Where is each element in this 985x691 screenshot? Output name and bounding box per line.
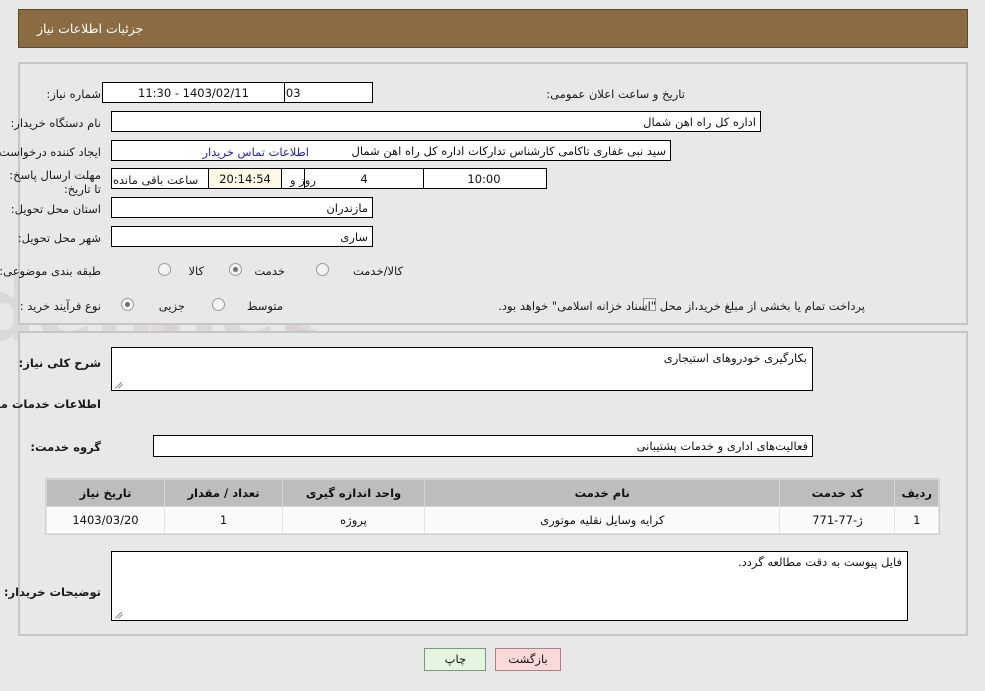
- creator-label: ایجاد کننده درخواست:: [0, 145, 101, 159]
- creator-field[interactable]: سید نبی غفاری تاکامی کارشناس تدارکات ادا…: [111, 140, 671, 161]
- announce-datetime-label: تاریخ و ساعت اعلان عمومی:: [546, 87, 685, 101]
- remaining-days-field[interactable]: 4: [304, 168, 424, 189]
- cell-row-no: 1: [894, 506, 939, 534]
- radio-category-kala-khedmat[interactable]: [316, 263, 329, 276]
- cell-need-date: 1403/03/20: [46, 506, 165, 534]
- radio-category-khedmat[interactable]: [229, 263, 242, 276]
- services-table: ردیف کد خدمت نام خدمت واحد اندازه گیری ت…: [46, 479, 939, 534]
- page-title: جزئیات اطلاعات نیاز: [37, 21, 144, 36]
- radio-process-jozi-label: جزیی: [158, 299, 185, 313]
- general-desc-label: شرح کلی نیاز:: [18, 356, 101, 370]
- table-header-row: ردیف کد خدمت نام خدمت واحد اندازه گیری ت…: [46, 479, 939, 507]
- radio-category-kala-khedmat-label: کالا/خدمت: [352, 264, 403, 278]
- col-unit: واحد اندازه گیری: [282, 479, 425, 507]
- cell-unit: پروژه: [282, 506, 425, 534]
- province-label: استان محل تحویل:: [10, 202, 101, 216]
- deadline-hour-field[interactable]: 10:00: [421, 168, 547, 189]
- footer-button-bar: بازگشت چاپ: [0, 648, 985, 671]
- process-label: نوع فرآیند خرید :: [19, 299, 101, 313]
- general-desc-textarea[interactable]: بکارگیری خودروهای استیجاری: [111, 347, 813, 391]
- buyer-contact-link[interactable]: اطلاعات تماس خریدار: [202, 145, 309, 159]
- table-row[interactable]: 1 ژ-77-771 کرایه وسایل نقلیه موتوری پروژ…: [46, 506, 939, 534]
- general-desc-value: بکارگیری خودروهای استیجاری: [663, 351, 807, 365]
- buyer-org-label: نام دستگاه خریدار:: [10, 116, 101, 130]
- remaining-days-label: روز و: [290, 173, 316, 187]
- cell-service-code: ژ-77-771: [779, 506, 896, 534]
- print-button[interactable]: چاپ: [424, 648, 487, 671]
- service-group-field[interactable]: فعالیت‌های اداری و خدمات پشتیبانی: [153, 435, 813, 457]
- col-service-code: کد خدمت: [779, 479, 896, 507]
- radio-category-khedmat-label: خدمت: [254, 264, 285, 278]
- buyer-org-field[interactable]: اداره کل راه اهن شمال: [111, 111, 761, 132]
- col-service-name: نام خدمت: [423, 479, 781, 507]
- buyer-notes-label: توضیحات خریدار:: [3, 585, 101, 599]
- cell-service-name: کرایه وسایل نقلیه موتوری: [423, 506, 781, 534]
- radio-process-motavaset[interactable]: [212, 298, 225, 311]
- radio-category-kala[interactable]: [158, 263, 171, 276]
- province-field[interactable]: مازندران: [111, 197, 373, 218]
- category-label: طبقه بندی موضوعی:: [0, 264, 101, 278]
- city-label: شهر محل تحویل:: [17, 231, 101, 245]
- treasury-docs-text: پرداخت تمام یا بخشی از مبلغ خرید،از محل …: [498, 299, 865, 313]
- radio-category-kala-label: کالا: [188, 264, 204, 278]
- city-field[interactable]: ساری: [111, 226, 373, 247]
- col-need-date: تاریخ نیاز: [46, 479, 165, 507]
- cell-quantity: 1: [164, 506, 283, 534]
- need-number-label: شماره نیاز:: [46, 87, 101, 101]
- buyer-notes-value: فایل پیوست به دقت مطالعه گردد.: [737, 555, 902, 569]
- resize-grip-icon[interactable]: [114, 609, 124, 619]
- remaining-time-label: ساعت باقی مانده: [113, 173, 199, 187]
- remaining-time-field: 20:14:54: [208, 168, 282, 189]
- window-header: جزئیات اطلاعات نیاز: [18, 9, 968, 48]
- buyer-notes-textarea[interactable]: فایل پیوست به دقت مطالعه گردد.: [111, 551, 908, 621]
- services-section-title: اطلاعات خدمات مورد نیاز: [0, 397, 101, 411]
- service-group-label: گروه خدمت:: [30, 440, 101, 454]
- col-row-no: ردیف: [894, 479, 939, 507]
- radio-process-jozi[interactable]: [121, 298, 134, 311]
- services-table-wrapper: ردیف کد خدمت نام خدمت واحد اندازه گیری ت…: [45, 478, 940, 535]
- col-quantity: تعداد / مقدار: [164, 479, 283, 507]
- resize-grip-icon[interactable]: [114, 379, 124, 389]
- page-root: AriaTender.net جزئیات اطلاعات نیاز شماره…: [0, 0, 985, 691]
- deadline-label: مهلت ارسال پاسخ: تا تاریخ:: [9, 168, 101, 196]
- announce-datetime-field[interactable]: 1403/02/11 - 11:30: [102, 82, 285, 103]
- back-button[interactable]: بازگشت: [495, 648, 561, 671]
- radio-process-motavaset-label: متوسط: [246, 299, 283, 313]
